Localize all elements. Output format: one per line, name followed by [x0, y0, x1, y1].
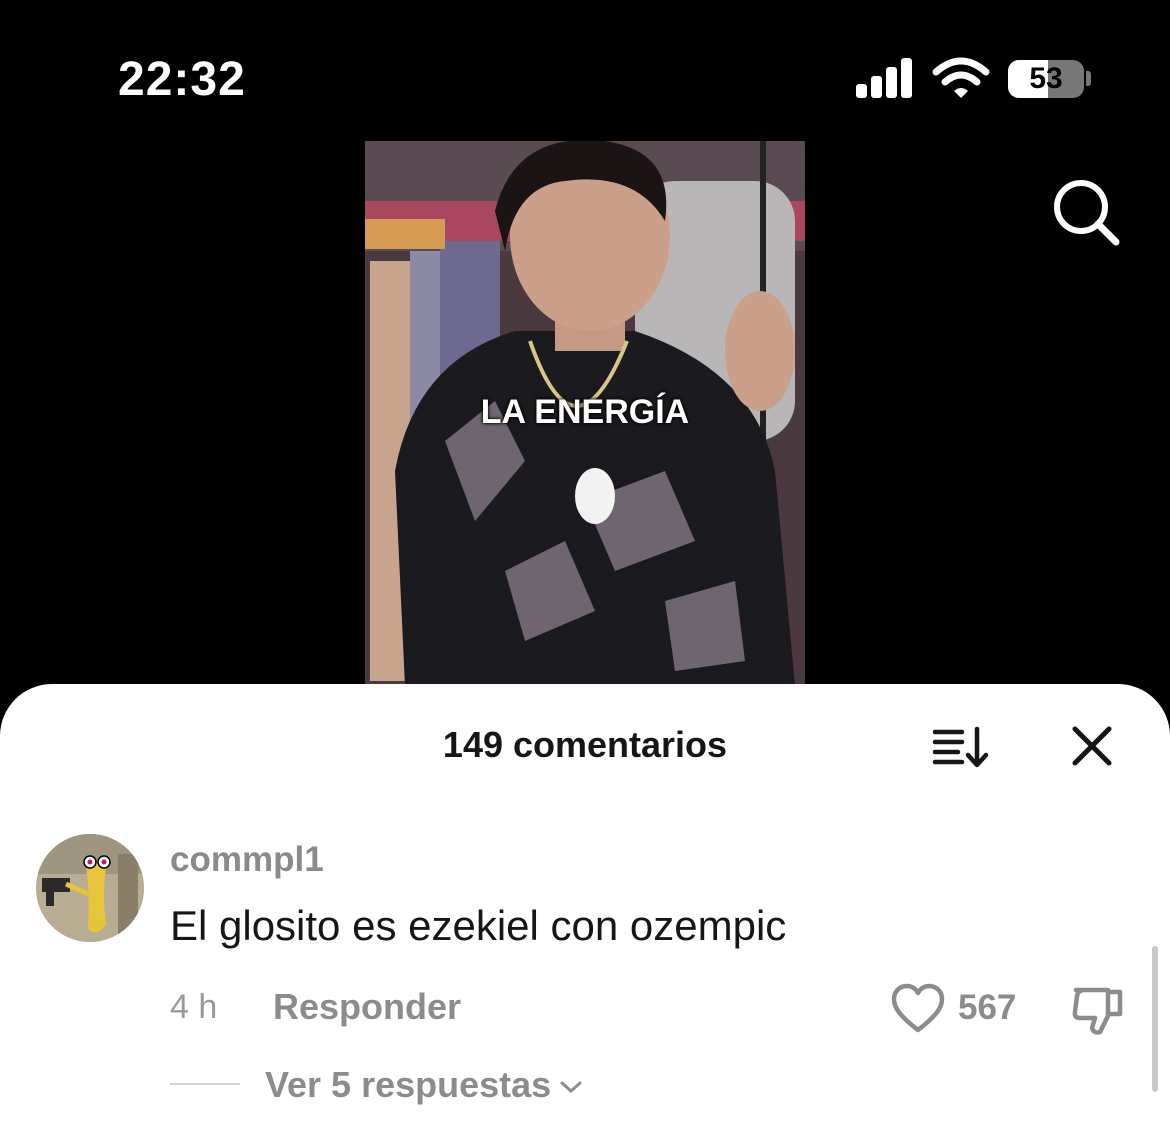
replies-divider	[170, 1083, 240, 1085]
scrollbar[interactable]	[1152, 946, 1158, 1092]
battery-tip	[1086, 71, 1091, 86]
battery-indicator: 53	[1008, 60, 1084, 98]
cellular-signal-icon	[856, 58, 914, 98]
battery-percent: 53	[1029, 62, 1063, 95]
close-icon[interactable]	[1070, 724, 1114, 768]
video-player[interactable]: LA ENERGÍA	[365, 141, 805, 686]
comments-count-title: 149 comentarios	[442, 724, 728, 765]
view-replies-button[interactable]: Ver 5 respuestas	[265, 1064, 583, 1106]
chevron-down-icon	[560, 1081, 582, 1093]
heart-icon[interactable]	[890, 982, 946, 1036]
view-replies-label: Ver 5 respuestas	[265, 1064, 552, 1105]
video-caption: LA ENERGÍA	[480, 393, 690, 431]
like-count: 567	[958, 988, 1017, 1027]
comment-text: El glosito es ezekiel con ozempic	[170, 902, 787, 949]
sort-icon[interactable]	[932, 726, 990, 768]
comment-timestamp: 4 h	[170, 988, 218, 1026]
status-time: 22:32	[118, 53, 246, 106]
avatar[interactable]	[36, 834, 144, 942]
comment-username[interactable]: commpl1	[170, 840, 324, 880]
search-icon[interactable]	[1050, 176, 1122, 248]
reply-button[interactable]: Responder	[273, 986, 461, 1028]
avatar-image	[36, 834, 144, 942]
thumbs-down-icon[interactable]	[1070, 982, 1126, 1038]
comments-sheet: 149 comentarios commpl1 El glosito es ez…	[0, 684, 1170, 1127]
wifi-icon	[932, 57, 990, 98]
